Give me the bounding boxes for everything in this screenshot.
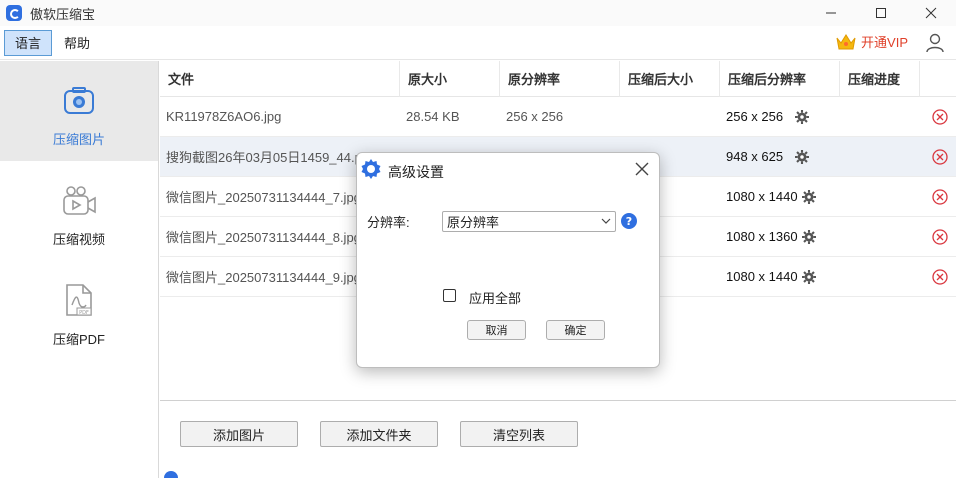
title-bar: 傲软压缩宝: [0, 0, 956, 26]
sidebar-item-compress-image[interactable]: 压缩图片: [0, 61, 158, 161]
video-camera-icon: [63, 186, 96, 215]
maximize-icon: [876, 8, 886, 18]
delete-row-icon[interactable]: [932, 189, 948, 205]
table-row[interactable]: KR11978Z6AO6.jpg 28.54 KB 256 x 256 256 …: [160, 97, 956, 137]
gear-icon[interactable]: [795, 149, 810, 164]
table-header: 文件 原大小 原分辨率 压缩后大小 压缩后分辨率 压缩进度: [160, 60, 956, 97]
compressed-resolution-cell: 948 x 625: [720, 137, 840, 177]
ok-button[interactable]: 确定: [546, 320, 605, 340]
apply-all-label: 应用全部: [469, 291, 522, 306]
add-images-button[interactable]: 添加图片: [180, 421, 298, 447]
maximize-button[interactable]: [856, 0, 906, 26]
sidebar-item-label: 压缩视频: [52, 232, 105, 247]
sidebar-item-compress-pdf[interactable]: PDF 压缩PDF: [0, 261, 158, 361]
gear-icon[interactable]: [795, 109, 810, 124]
gear-icon[interactable]: [801, 229, 816, 244]
sidebar: 压缩图片 压缩视频 PDF 压缩PDF: [0, 61, 159, 478]
vip-label: 开通VIP: [861, 35, 908, 50]
compressed-resolution: 256 x 256: [726, 109, 784, 124]
column-header-original-size: 原大小: [400, 60, 500, 97]
image-compress-icon: [64, 87, 94, 114]
column-header-original-resolution: 原分辨率: [500, 60, 620, 97]
app-title: 傲软压缩宝: [30, 6, 96, 22]
gear-icon[interactable]: [801, 189, 816, 204]
add-folder-button[interactable]: 添加文件夹: [320, 421, 438, 447]
delete-row-icon[interactable]: [932, 109, 948, 125]
minimize-button[interactable]: [806, 0, 856, 26]
advanced-settings-dialog: 高级设置 分辨率: 原分辨率 ? 应用全部 取消 确定: [356, 152, 660, 368]
vip-button[interactable]: 开通VIP: [835, 32, 908, 51]
compressed-size: [620, 97, 720, 137]
help-icon[interactable]: ?: [621, 213, 637, 229]
column-header-progress: 压缩进度: [840, 60, 920, 97]
dialog-title: 高级设置: [388, 164, 444, 180]
original-size: 28.54 KB: [406, 109, 460, 124]
gear-icon[interactable]: [801, 269, 816, 284]
compressed-resolution-cell: 1080 x 1360: [720, 217, 840, 257]
compressed-resolution-cell: 1080 x 1440: [720, 257, 840, 297]
pdf-file-icon: PDF: [66, 284, 92, 316]
menu-bar: 语言 帮助 开通VIP: [0, 26, 956, 60]
sidebar-item-compress-video[interactable]: 压缩视频: [0, 161, 158, 261]
compressed-resolution: 948 x 625: [726, 149, 784, 164]
original-resolution: 256 x 256: [506, 109, 564, 124]
bottom-toolbar: 添加图片 添加文件夹 清空列表: [160, 400, 956, 478]
sidebar-item-label: 压缩图片: [52, 132, 105, 147]
svg-text:?: ?: [626, 215, 632, 228]
compressed-resolution-cell: 256 x 256: [720, 97, 840, 137]
menu-language[interactable]: 语言: [4, 29, 53, 56]
radio-icon[interactable]: [164, 471, 178, 478]
delete-row-icon[interactable]: [932, 149, 948, 165]
close-icon[interactable]: [635, 162, 649, 176]
resolution-label: 分辨率:: [367, 215, 410, 230]
clear-list-button[interactable]: 清空列表: [460, 421, 578, 447]
column-header-compressed-resolution: 压缩后分辨率: [720, 60, 840, 97]
compressed-resolution: 1080 x 1440: [726, 189, 798, 204]
user-account-icon[interactable]: [924, 32, 946, 54]
compressed-resolution: 1080 x 1360: [726, 229, 798, 244]
minimize-icon: [826, 12, 836, 14]
svg-text:PDF: PDF: [79, 310, 89, 316]
compressed-resolution: 1080 x 1440: [726, 269, 798, 284]
menu-help[interactable]: 帮助: [54, 30, 100, 56]
sidebar-item-label: 压缩PDF: [52, 332, 105, 347]
delete-row-icon[interactable]: [932, 269, 948, 285]
chevron-down-icon: [601, 218, 611, 224]
apply-all-checkbox[interactable]: [443, 289, 456, 302]
column-header-compressed-size: 压缩后大小: [620, 60, 720, 97]
settings-gear-icon: [361, 159, 381, 179]
close-window-button[interactable]: [906, 0, 956, 26]
crown-icon: [836, 33, 856, 49]
column-header-file: 文件: [160, 60, 400, 97]
compressed-resolution-cell: 1080 x 1440: [720, 177, 840, 217]
file-name: KR11978Z6AO6.jpg: [166, 109, 282, 124]
app-logo-icon: [6, 5, 22, 21]
resolution-value: 原分辨率: [447, 215, 500, 230]
close-icon: [925, 7, 937, 19]
delete-row-icon[interactable]: [932, 229, 948, 245]
cancel-button[interactable]: 取消: [467, 320, 526, 340]
resolution-select[interactable]: 原分辨率: [442, 211, 616, 232]
